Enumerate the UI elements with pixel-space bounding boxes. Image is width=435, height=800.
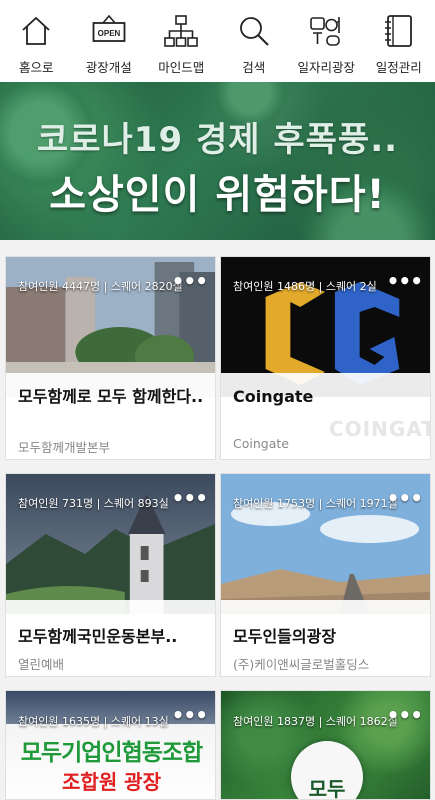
coingate-watermark: COINGATE bbox=[329, 417, 430, 441]
card-owner: 열린예배 bbox=[18, 657, 65, 672]
more-options-icon[interactable]: ••• bbox=[387, 705, 423, 725]
nav-home[interactable]: 홈으로 bbox=[0, 0, 73, 82]
job-plaza-icon bbox=[310, 17, 341, 46]
card-title: 모두함께국민운동본부.. bbox=[18, 627, 178, 646]
card-stats: 참여인원 1837명 | 스퀘어 1862실 bbox=[233, 715, 398, 728]
home-icon bbox=[22, 16, 50, 45]
nav-search-label: 검색 bbox=[242, 60, 266, 75]
nav-mindmap-label: 마인드맵 bbox=[158, 60, 205, 75]
plaza-card[interactable]: 참여인원 731명 | 스퀘어 893실 ••• 모두함께국민운동본부.. 열린… bbox=[5, 473, 216, 677]
card-stats: 참여인원 731명 | 스퀘어 893실 bbox=[18, 497, 169, 510]
card-title: 모두인들의광장 bbox=[233, 627, 337, 646]
search-icon bbox=[239, 17, 269, 46]
open-sign-icon: OPEN bbox=[92, 14, 126, 42]
nav-mindmap[interactable]: 마인드맵 bbox=[145, 0, 218, 82]
plaza-card[interactable]: 참여인원 1753명 | 스퀘어 1971실 ••• 모두인들의광장 (주)케이… bbox=[220, 473, 431, 677]
badge-text: 모두 bbox=[308, 777, 346, 800]
card-stats: 참여인원 1635명 | 스퀘어 13실 bbox=[18, 715, 169, 728]
card-title: Coingate bbox=[233, 387, 314, 406]
nav-job-plaza-label: 일자리광장 bbox=[297, 60, 355, 75]
card-owner: Coingate bbox=[233, 436, 289, 451]
plaza-card[interactable]: 모두 참여인원 1837명 | 스퀘어 1862실 ••• bbox=[220, 690, 431, 800]
card-stats: 참여인원 4447명 | 스퀘어 2820실 bbox=[18, 280, 183, 293]
plaza-card[interactable]: 모두기업인협동조합 조합원 광장 참여인원 1635명 | 스퀘어 13실 ••… bbox=[5, 690, 216, 800]
card-stats: 참여인원 1486명 | 스퀘어 2실 bbox=[233, 280, 377, 293]
card-owner: 모두함께개발본부 bbox=[18, 440, 111, 455]
nav-planner[interactable]: 일정관리 bbox=[363, 0, 435, 82]
open-sign-text: OPEN bbox=[97, 29, 120, 38]
top-navigation: 홈으로 OPEN 광장개설 마인드맵 검색 일자리광장 일정관리 bbox=[0, 0, 435, 82]
nav-open-plaza-label: 광장개설 bbox=[85, 60, 132, 75]
nav-open-plaza[interactable]: OPEN 광장개설 bbox=[73, 0, 146, 82]
mindmap-icon bbox=[164, 15, 199, 47]
union-banner-line2: 조합원 광장 bbox=[62, 770, 161, 794]
plaza-card[interactable]: 참여인원 4447명 | 스퀘어 2820실 ••• 모두함께로 모두 함께한다… bbox=[5, 256, 216, 460]
plaza-card[interactable]: 참여인원 1486명 | 스퀘어 2실 ••• COINGATE Coingat… bbox=[220, 256, 431, 460]
more-options-icon[interactable]: ••• bbox=[172, 488, 208, 508]
nav-job-plaza[interactable]: 일자리광장 bbox=[290, 0, 363, 82]
card-title: 모두함께로 모두 함께한다.. bbox=[18, 387, 204, 406]
union-banner-line1: 모두기업인협동조합 bbox=[20, 740, 203, 766]
planner-icon bbox=[384, 15, 412, 47]
card-stats: 참여인원 1753명 | 스퀘어 1971실 bbox=[233, 497, 398, 510]
more-options-icon[interactable]: ••• bbox=[172, 705, 208, 725]
banner-headline: 코로나19 경제 후폭풍.. bbox=[36, 120, 399, 160]
nav-planner-label: 일정관리 bbox=[375, 60, 422, 75]
card-owner: (주)케이앤씨글로벌홀딩스 bbox=[233, 657, 370, 672]
promo-banner[interactable]: 코로나19 경제 후폭풍.. 소상인이 위험하다! bbox=[0, 82, 435, 240]
more-options-icon[interactable]: ••• bbox=[172, 271, 208, 291]
banner-subheadline: 소상인이 위험하다! bbox=[49, 172, 386, 218]
more-options-icon[interactable]: ••• bbox=[387, 488, 423, 508]
nav-home-label: 홈으로 bbox=[18, 60, 54, 75]
more-options-icon[interactable]: ••• bbox=[387, 271, 423, 291]
nav-search[interactable]: 검색 bbox=[218, 0, 291, 82]
